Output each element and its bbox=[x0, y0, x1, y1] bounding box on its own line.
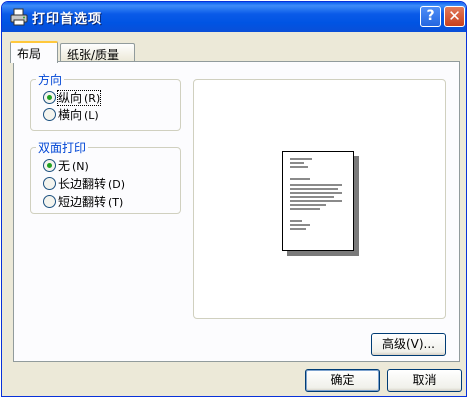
tab-panel-layout: 方向 纵向 (R) 横向 (L) 双面打印 无 (N) 长边翻转 (D) 短边翻转 (T) bbox=[13, 61, 460, 362]
duplex-none-radio[interactable] bbox=[43, 159, 56, 172]
orientation-landscape-option[interactable]: 横向 (L) bbox=[43, 106, 99, 122]
page-text-lines bbox=[290, 158, 342, 230]
tab-layout[interactable]: 布局 bbox=[10, 41, 58, 63]
page-preview-area bbox=[193, 79, 446, 319]
duplex-group-title: 双面打印 bbox=[36, 139, 89, 156]
orientation-group-title: 方向 bbox=[36, 71, 65, 88]
orientation-group: 方向 纵向 (R) 横向 (L) bbox=[30, 71, 181, 131]
duplex-group: 双面打印 无 (N) 长边翻转 (D) 短边翻转 (T) bbox=[30, 139, 181, 214]
duplex-short-edge-radio[interactable] bbox=[43, 195, 56, 208]
printer-icon bbox=[10, 8, 28, 26]
title-bar[interactable]: 打印首选项 ? ✕ bbox=[2, 2, 466, 32]
duplex-short-edge-option[interactable]: 短边翻转 (T) bbox=[43, 193, 123, 209]
portrait-radio[interactable] bbox=[43, 91, 56, 104]
duplex-short-edge-label: 短边翻转 (T) bbox=[58, 195, 124, 209]
landscape-label: 横向 (L) bbox=[58, 108, 99, 122]
help-icon[interactable]: ? bbox=[420, 6, 441, 27]
orientation-portrait-option[interactable]: 纵向 (R) bbox=[43, 89, 102, 106]
duplex-none-option[interactable]: 无 (N) bbox=[43, 157, 89, 173]
page-preview-icon bbox=[282, 151, 354, 251]
window-title: 打印首选项 bbox=[32, 12, 103, 27]
tab-paper-quality[interactable]: 纸张/质量 bbox=[60, 43, 135, 62]
ok-button[interactable]: 确定 bbox=[305, 369, 380, 392]
advanced-button[interactable]: 高级(V)... bbox=[371, 333, 446, 356]
landscape-radio[interactable] bbox=[43, 108, 56, 121]
duplex-none-label: 无 (N) bbox=[58, 159, 89, 173]
close-icon[interactable]: ✕ bbox=[444, 6, 465, 27]
printing-preferences-dialog: 打印首选项 ? ✕ 布局 纸张/质量 方向 纵向 (R) 横向 (L) 双面打印 无… bbox=[1, 1, 467, 397]
cancel-button[interactable]: 取消 bbox=[387, 369, 462, 392]
duplex-long-edge-label: 长边翻转 (D) bbox=[58, 177, 126, 191]
duplex-long-edge-option[interactable]: 长边翻转 (D) bbox=[43, 175, 125, 191]
duplex-long-edge-radio[interactable] bbox=[43, 177, 56, 190]
portrait-label: 纵向 (R) bbox=[56, 90, 102, 106]
